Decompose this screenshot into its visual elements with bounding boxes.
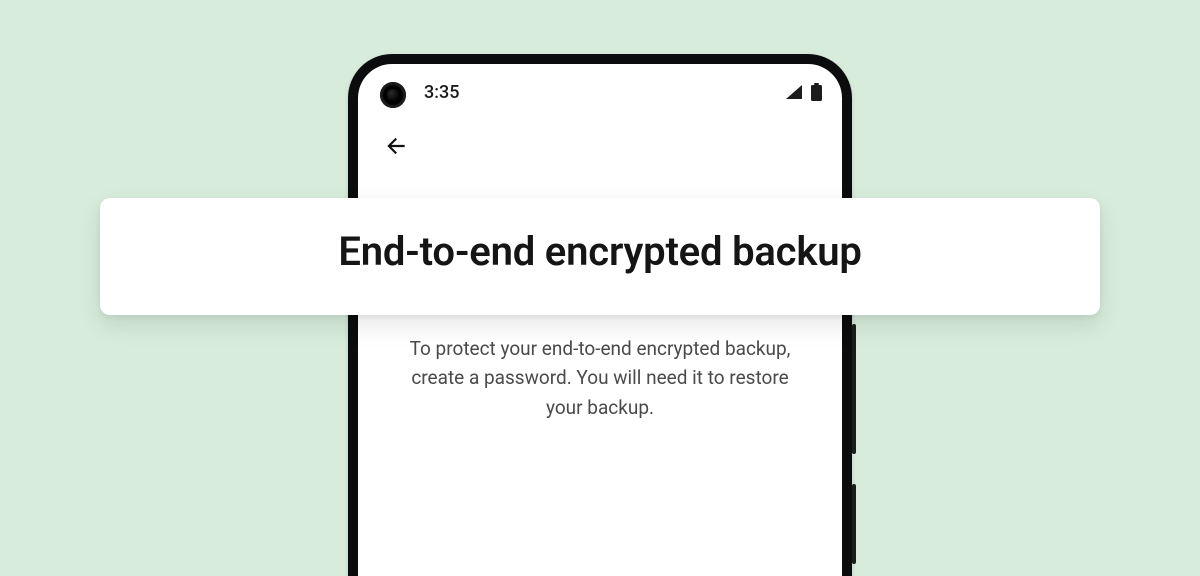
title-card: End-to-end encrypted backup [100, 198, 1100, 315]
status-time: 3:35 [424, 82, 459, 103]
back-button[interactable] [376, 128, 416, 168]
app-nav-bar [358, 120, 842, 176]
phone-screen: 3:35 [358, 64, 842, 576]
stage: 3:35 [0, 0, 1200, 576]
phone-side-button [852, 324, 856, 454]
status-bar: 3:35 [358, 64, 842, 120]
battery-icon [811, 83, 822, 101]
screen-description: To protect your end-to-end encrypted bac… [392, 334, 808, 422]
cellular-signal-icon [785, 84, 803, 100]
page-title: End-to-end encrypted backup [140, 228, 1060, 275]
arrow-left-icon [383, 133, 409, 163]
phone-side-button [852, 484, 856, 564]
status-right [785, 83, 822, 101]
punch-hole-camera [380, 82, 406, 108]
phone-frame: 3:35 [348, 54, 852, 576]
